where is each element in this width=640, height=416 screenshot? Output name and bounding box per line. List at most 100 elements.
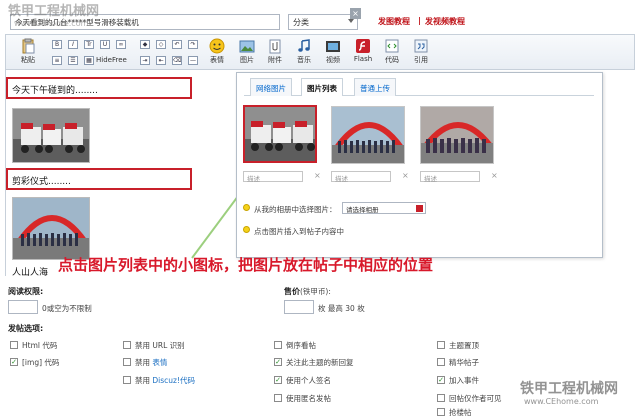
table-button[interactable]: ▦: [84, 56, 94, 65]
image-icon: [239, 40, 255, 53]
quote-label: 引用: [414, 56, 428, 64]
sticky-label: 主题置顶: [449, 341, 479, 350]
music-note-icon: [298, 39, 310, 52]
read-permission-label: 阅读权限:: [8, 287, 44, 296]
italic-button[interactable]: I: [68, 40, 78, 49]
clear-format-button[interactable]: ⌫: [172, 56, 182, 65]
thumbnail-2[interactable]: [331, 106, 405, 164]
watermark-top-url: www.CEhome.com: [14, 19, 89, 28]
hr-button[interactable]: —: [188, 56, 198, 65]
bold-button[interactable]: B: [52, 40, 62, 49]
remove-icon[interactable]: ×: [402, 171, 409, 180]
hide-button[interactable]: Hide: [96, 56, 112, 64]
music-button[interactable]: 音乐: [293, 38, 315, 65]
chevron-down-icon: [348, 19, 354, 23]
attachment-button[interactable]: 附件: [264, 38, 286, 65]
editor-photo-ceremony: [12, 197, 90, 260]
floor-grab-checkbox[interactable]: [437, 408, 445, 416]
follow-replies-label: 关注此主题的新回复: [286, 358, 354, 367]
category-select[interactable]: 分类: [288, 14, 358, 30]
read-permission-hint: 0或空为不限制: [42, 304, 92, 313]
reverse-order-checkbox[interactable]: [274, 341, 282, 349]
attachment-icon: [269, 39, 281, 54]
flash-label: Flash: [353, 55, 373, 63]
thumbnail-3[interactable]: [420, 106, 494, 164]
quote-icon: [414, 39, 428, 53]
disable-discuz-checkbox[interactable]: [123, 376, 131, 384]
digest-checkbox[interactable]: [437, 358, 445, 366]
code-icon: [385, 39, 399, 53]
free-button[interactable]: Free: [112, 56, 127, 64]
sticky-checkbox[interactable]: [437, 341, 445, 349]
music-label: 音乐: [297, 56, 311, 64]
quote-button[interactable]: 引用: [410, 38, 432, 65]
redo-button[interactable]: ↷: [188, 40, 198, 49]
dialog-tab-bar: [244, 78, 594, 96]
img-code-checkbox[interactable]: ✓: [10, 358, 18, 366]
paste-icon: [22, 38, 35, 54]
flash-button[interactable]: Flash: [352, 38, 374, 63]
image-button[interactable]: 图片: [236, 38, 258, 65]
category-value: 分类: [293, 18, 309, 27]
smiley-icon: [209, 38, 225, 54]
align-button[interactable]: ≡: [52, 56, 62, 65]
floor-grab-label: 抢楼帖: [449, 408, 472, 416]
remove-icon[interactable]: ×: [491, 171, 498, 180]
undo-button[interactable]: ↶: [172, 40, 182, 49]
disable-url-checkbox[interactable]: [123, 341, 131, 349]
description-input[interactable]: 描述: [331, 171, 391, 183]
author-only-label: 回帖仅作者可见: [449, 394, 502, 403]
color-button[interactable]: ◆: [140, 40, 150, 49]
disable-url-label: 禁用 URL 识别: [135, 341, 185, 350]
tab-normal-upload[interactable]: 普通上传: [354, 78, 396, 96]
author-only-checkbox[interactable]: [437, 394, 445, 402]
html-code-checkbox[interactable]: [10, 341, 18, 349]
editor-line-1: 今天下午碰到的........: [12, 86, 98, 96]
price-input[interactable]: [284, 300, 314, 314]
font-button[interactable]: Tr: [84, 40, 94, 49]
lightbulb-icon: [243, 226, 250, 233]
paste-label: 粘贴: [21, 56, 35, 64]
add-event-checkbox[interactable]: ✓: [437, 376, 445, 384]
anonymous-checkbox[interactable]: [274, 394, 282, 402]
outdent-button[interactable]: ⇤: [156, 56, 166, 65]
digest-label: 精华帖子: [449, 358, 479, 367]
disable-discuz-label: 禁用 Discuz!代码: [135, 376, 195, 385]
add-event-label: 加入事件: [449, 376, 479, 385]
background-button[interactable]: ◇: [156, 40, 166, 49]
image-label: 图片: [240, 56, 254, 64]
attachment-label: 附件: [268, 56, 282, 64]
description-input[interactable]: 描述: [243, 171, 303, 183]
disable-emoticon-label: 禁用 表情: [135, 358, 168, 367]
read-permission-input[interactable]: [8, 300, 38, 314]
lightbulb-icon: [243, 204, 250, 211]
link-button[interactable]: ∞: [116, 40, 126, 49]
close-icon[interactable]: ×: [350, 8, 361, 19]
paste-button[interactable]: 粘贴: [17, 38, 39, 65]
disable-emoticon-checkbox[interactable]: [123, 358, 131, 366]
remove-icon[interactable]: ×: [314, 171, 321, 180]
editor-line-3: 人山人海: [12, 268, 49, 278]
signature-checkbox[interactable]: ✓: [274, 376, 282, 384]
signature-label: 使用个人签名: [286, 376, 331, 385]
tutorial-video-link[interactable]: 发视频教程: [425, 16, 465, 27]
list-button[interactable]: ☰: [68, 56, 78, 65]
editor-line-2: 剪彩仪式........: [12, 177, 71, 187]
thumbnail-1[interactable]: [243, 105, 317, 163]
description-input[interactable]: 描述: [420, 171, 480, 183]
tutorial-image-link[interactable]: 发图教程: [378, 16, 410, 27]
code-button[interactable]: 代码: [381, 38, 403, 65]
post-options-label: 发帖选项:: [8, 324, 44, 333]
code-label: 代码: [385, 56, 399, 64]
video-button[interactable]: 视频: [322, 38, 344, 65]
tab-web-image[interactable]: 网络图片: [250, 78, 292, 96]
emoticon-button[interactable]: 表情: [206, 38, 228, 65]
underline-button[interactable]: U: [100, 40, 110, 49]
album-select[interactable]: 请选择相册: [342, 202, 426, 214]
indent-button[interactable]: ⇥: [140, 56, 150, 65]
price-label-group: 售价(铁甲币):: [284, 286, 331, 297]
tab-image-list[interactable]: 图片列表: [301, 78, 343, 96]
chevron-down-icon: [416, 205, 423, 212]
follow-replies-checkbox[interactable]: ✓: [274, 358, 282, 366]
hint-text: 点击图片插入到帖子内容中: [254, 227, 344, 236]
